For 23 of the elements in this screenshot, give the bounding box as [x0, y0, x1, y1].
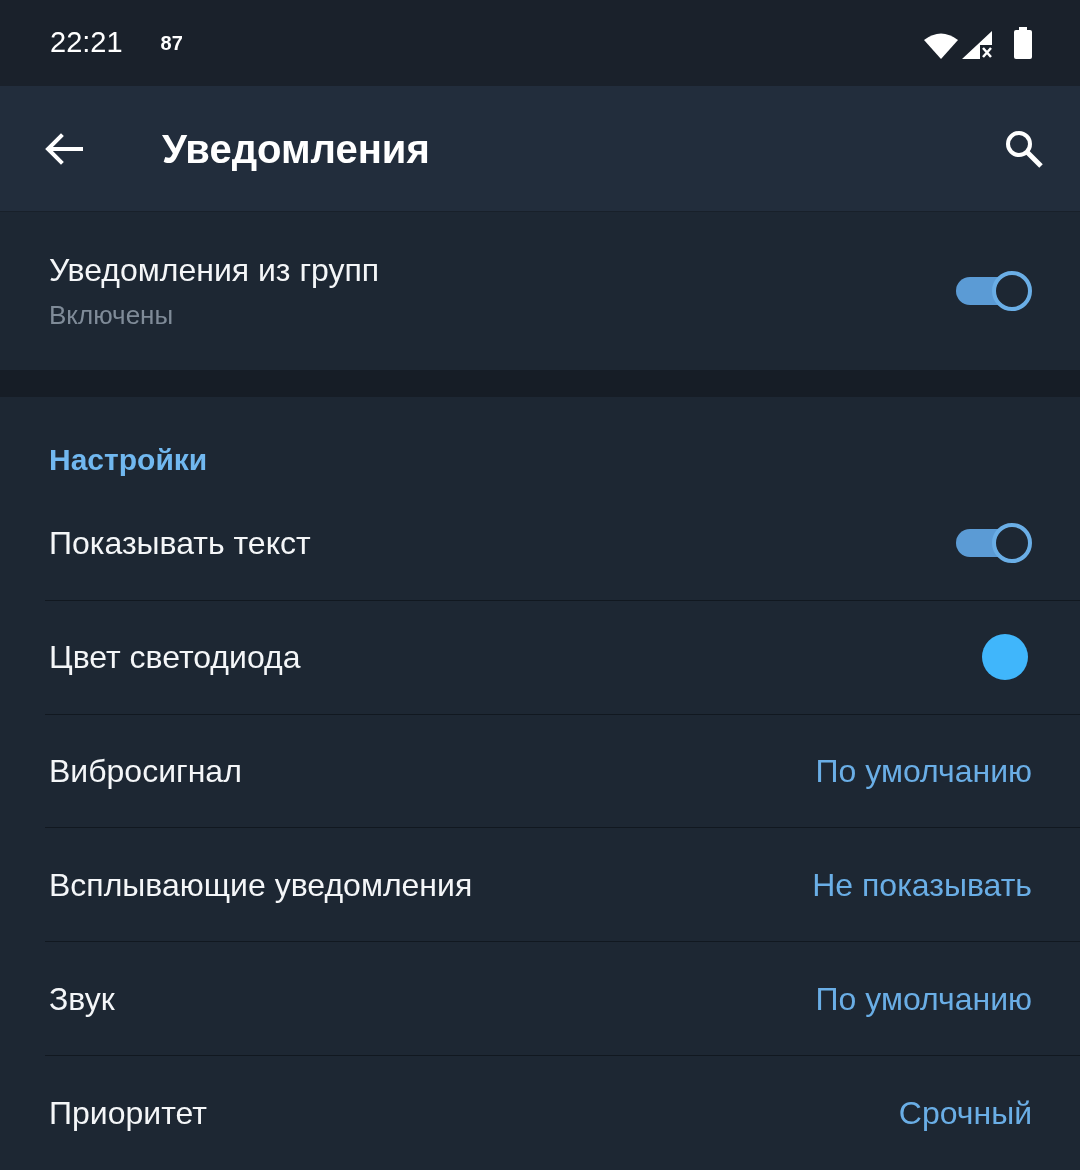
- search-icon: [1004, 128, 1044, 169]
- setting-value: По умолчанию: [815, 982, 1032, 1015]
- section-header: Настройки: [49, 445, 208, 475]
- toggle-switch[interactable]: [954, 523, 1032, 564]
- setting-label[interactable]: Звук: [49, 982, 115, 1015]
- setting-value: Не показывать: [812, 868, 1032, 901]
- setting-label[interactable]: Вибросигнал: [49, 755, 242, 788]
- setting-status: Включены: [49, 302, 175, 328]
- setting-label[interactable]: Цвет светодиода: [49, 641, 301, 674]
- setting-value: По умолчанию: [815, 755, 1032, 788]
- setting-label[interactable]: Всплывающие уведомления: [49, 868, 473, 901]
- setting-value: Срочный: [898, 1097, 1032, 1130]
- toggle-switch[interactable]: [954, 271, 1032, 311]
- status-text: 87: [160, 31, 183, 56]
- back-arrow-icon: [45, 132, 83, 165]
- status-time: 22:21: [50, 25, 123, 61]
- screen-title: Уведомления: [162, 125, 430, 173]
- no-signal-icon: [962, 31, 992, 59]
- battery-icon: [1014, 27, 1032, 59]
- setting-label[interactable]: Уведомления из групп: [49, 254, 380, 286]
- setting-label[interactable]: Приоритет: [49, 1097, 207, 1130]
- setting-label[interactable]: Показывать текст: [49, 527, 311, 560]
- wifi-icon: [924, 33, 958, 59]
